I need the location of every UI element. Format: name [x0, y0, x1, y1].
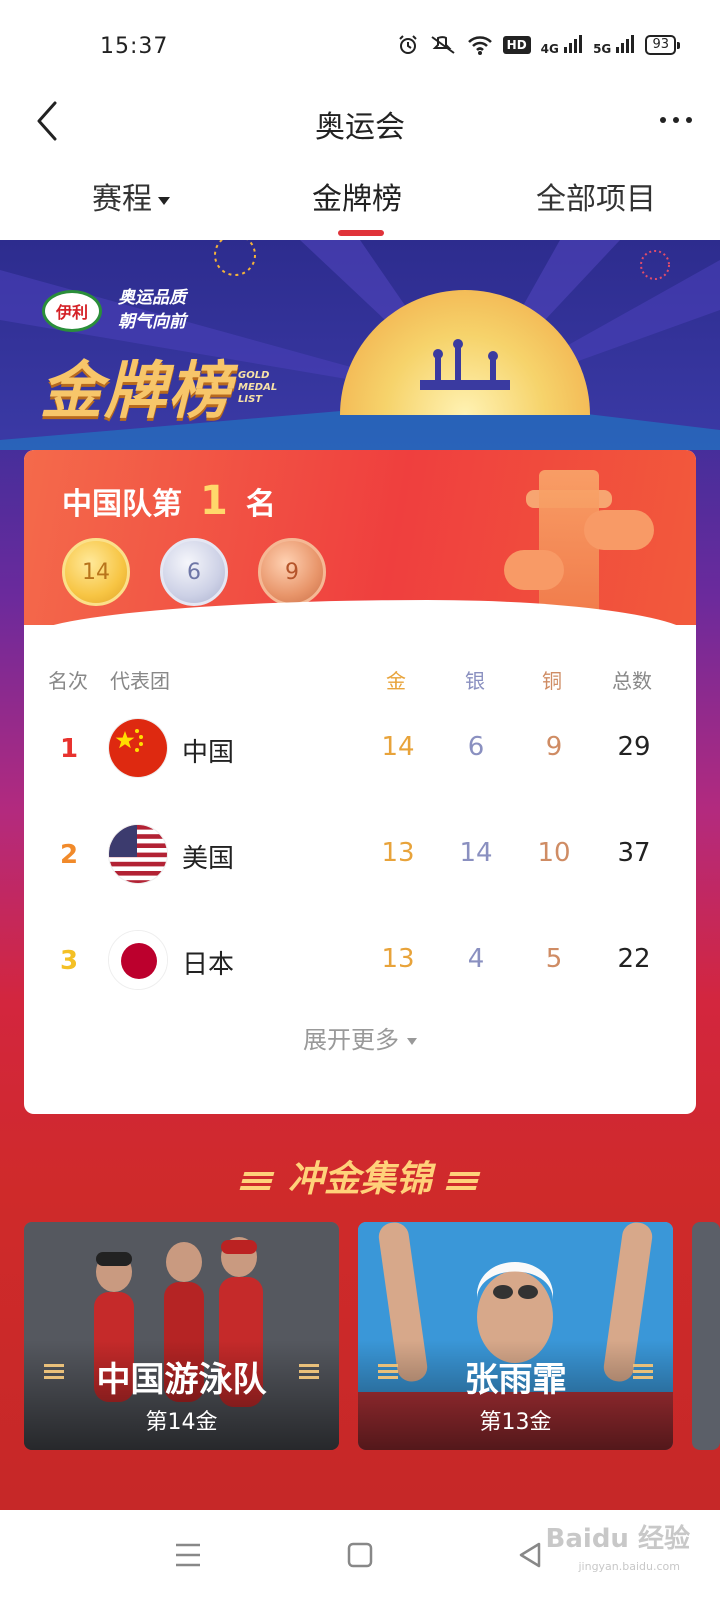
- gold-medal-count: 14: [62, 538, 130, 606]
- row-gold: 13: [381, 838, 415, 868]
- row-total: 37: [617, 838, 651, 868]
- table-header: 名次 代表团 金 银 铜 总数: [24, 665, 696, 695]
- rank-number: 1: [200, 478, 228, 524]
- row-rank: 2: [60, 840, 79, 870]
- tab-medal-table[interactable]: 金牌榜: [312, 174, 402, 218]
- tab-schedule[interactable]: 赛程: [92, 174, 170, 218]
- row-rank: 3: [60, 946, 79, 976]
- row-country: 日本: [182, 950, 235, 980]
- yili-logo: 伊利: [42, 290, 102, 332]
- banner-sub-line-2: MEDAL: [238, 382, 278, 393]
- header-gold: 金: [386, 669, 406, 693]
- page-title: 奥运会: [315, 110, 405, 145]
- row-gold: 14: [381, 732, 415, 762]
- row-silver: 4: [467, 944, 485, 974]
- header-bronze: 铜: [542, 669, 562, 693]
- caret-down-icon: [407, 1037, 417, 1045]
- tab-bar: 赛程 金牌榜 全部项目: [0, 162, 720, 238]
- header-total: 总数: [612, 669, 652, 693]
- highlight-card[interactable]: 张雨霏 第13金: [358, 1222, 673, 1450]
- highlights-title: 冲金集锦: [0, 1150, 720, 1202]
- banner-subtitle: GOLD MEDAL LIST: [238, 370, 277, 406]
- tab-all-events[interactable]: 全部项目: [536, 174, 656, 218]
- banner-slogan: 奥运品质 朝气向前: [118, 286, 186, 334]
- slogan-line-2: 朝气向前: [118, 312, 186, 332]
- medal-table-card: 中国队第 1 名 14 6 9 名次 代表团 金 银 铜 总数 1 中国 14 …: [24, 450, 696, 1114]
- highlight-card[interactable]: 中国游泳队 第14金: [24, 1222, 339, 1450]
- row-bronze: 5: [545, 944, 563, 974]
- more-options-button[interactable]: [660, 100, 692, 140]
- silver-medal-count: 6: [160, 538, 228, 606]
- home-square-icon: [347, 1542, 373, 1568]
- china-flag-icon: [108, 718, 168, 778]
- usa-flag-icon: [108, 824, 168, 884]
- header-silver: 银: [465, 669, 485, 693]
- baidu-watermark-url: jingyan.baidu.com: [578, 1560, 680, 1573]
- header-team: 代表团: [110, 669, 170, 693]
- row-country: 中国: [182, 738, 235, 768]
- expand-more-label: 展开更多: [303, 1026, 399, 1054]
- active-tab-indicator: [338, 230, 384, 236]
- row-gold: 13: [381, 944, 415, 974]
- slogan-line-1: 奥运品质: [118, 288, 186, 308]
- menu-icon: [176, 1543, 200, 1567]
- mute-icon: [429, 34, 457, 56]
- signal-5g-icon: 5G: [593, 34, 635, 56]
- banner-sub-line-1: GOLD: [238, 370, 270, 381]
- baidu-watermark: Baidu 经验: [545, 1524, 690, 1554]
- table-row[interactable]: 3 日本 13 4 5 22: [24, 924, 696, 1004]
- card-header: 中国队第 1 名 14 6 9: [24, 450, 696, 630]
- signal-4g-icon: 4G: [541, 34, 583, 56]
- caret-down-icon: [158, 196, 170, 205]
- alarm-icon: [397, 34, 419, 56]
- wifi-icon: [467, 34, 493, 56]
- expand-more-button[interactable]: 展开更多: [24, 1020, 696, 1055]
- status-bar: 15:37 HD 4G 5G 93: [0, 0, 720, 90]
- rank-suffix: 名: [245, 487, 276, 522]
- status-time: 15:37: [100, 34, 169, 59]
- highlight-sub: 第14金: [145, 1410, 218, 1435]
- row-bronze: 10: [537, 838, 571, 868]
- tab-schedule-label: 赛程: [92, 182, 152, 217]
- status-icons: HD 4G 5G 93: [397, 34, 680, 56]
- table-row[interactable]: 1 中国 14 6 9 29: [24, 712, 696, 792]
- hd-icon: HD: [502, 36, 531, 54]
- more-dot-icon: [686, 117, 692, 123]
- row-total: 22: [617, 944, 651, 974]
- banner-sub-line-3: LIST: [238, 394, 263, 405]
- row-total: 29: [617, 732, 651, 762]
- highlight-name: 中国游泳队: [96, 1360, 267, 1400]
- nav-menu-button[interactable]: [158, 1530, 218, 1580]
- battery-indicator: 93: [645, 35, 680, 55]
- more-dot-icon: [660, 117, 666, 123]
- more-dot-icon: [673, 117, 679, 123]
- highlight-card-partial[interactable]: [692, 1222, 720, 1450]
- highlight-name: 张雨霏: [464, 1360, 567, 1400]
- japan-flag-icon: [108, 930, 168, 990]
- nav-home-button[interactable]: [330, 1530, 390, 1580]
- highlights-title-text: 冲金集锦: [287, 1159, 432, 1200]
- cloud-decoration: [584, 510, 654, 550]
- header-rank: 名次: [48, 669, 88, 693]
- title-bar: 奥运会: [0, 90, 720, 160]
- rank-prefix: 中国队第: [62, 487, 182, 522]
- back-triangle-icon: [519, 1542, 541, 1568]
- row-silver: 6: [467, 732, 485, 762]
- cloud-decoration: [504, 550, 564, 590]
- highlight-sub: 第13金: [479, 1410, 552, 1435]
- decor-bars-icon: [239, 1172, 275, 1190]
- banner-title: 金牌榜: [40, 354, 233, 427]
- decor-bars-icon: [445, 1172, 481, 1190]
- row-silver: 14: [459, 838, 493, 868]
- row-country: 美国: [182, 844, 235, 874]
- row-rank: 1: [60, 734, 79, 764]
- china-rank-summary: 中国队第 1 名: [62, 478, 276, 524]
- bronze-medal-count: 9: [258, 538, 326, 606]
- row-bronze: 9: [545, 732, 563, 762]
- table-row[interactable]: 2 美国 13 14 10 37: [24, 818, 696, 898]
